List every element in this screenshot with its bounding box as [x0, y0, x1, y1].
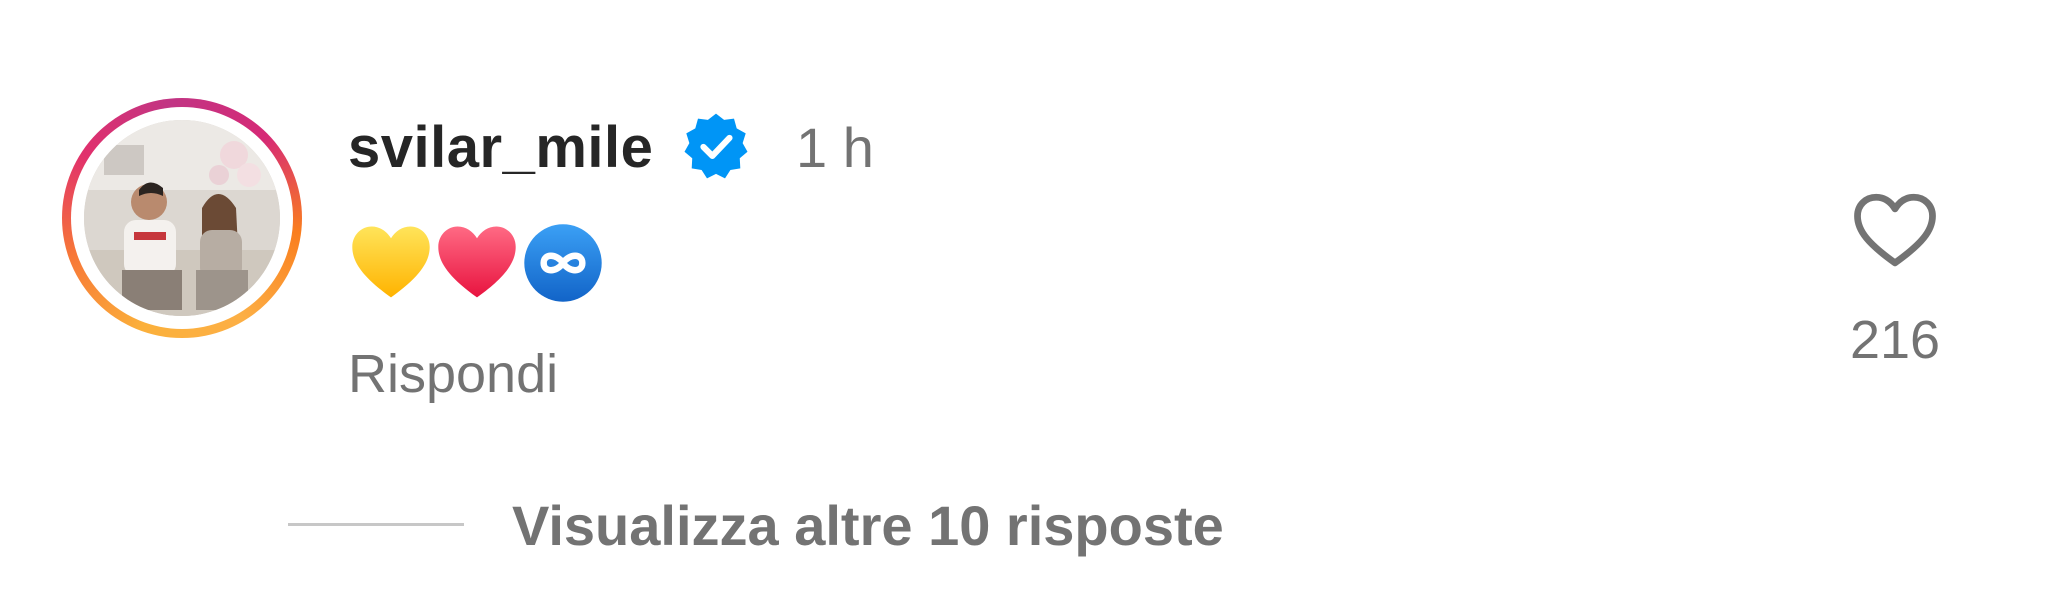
comment-timestamp: 1 h — [796, 116, 874, 179]
yellow-heart-icon — [352, 226, 430, 298]
reply-button[interactable]: Rispondi — [348, 336, 558, 412]
avatar-story-ring[interactable] — [62, 98, 302, 338]
avatar-ring-gap — [71, 107, 293, 329]
comment-item: svilar_mile 1 h Rispondi 216 Visualizza … — [0, 0, 2048, 603]
like-count: 216 — [1849, 310, 1941, 370]
infinity-icon — [524, 224, 602, 302]
avatar-photo-image — [84, 120, 280, 316]
red-heart-icon — [438, 226, 516, 298]
heart-outline-icon[interactable] — [1850, 186, 1940, 276]
username[interactable]: svilar_mile — [348, 108, 653, 188]
view-more-replies-button[interactable]: Visualizza altre 10 risposte — [512, 488, 1224, 564]
replies-divider — [288, 523, 464, 526]
avatar — [84, 120, 280, 316]
verified-badge-icon — [684, 113, 748, 179]
